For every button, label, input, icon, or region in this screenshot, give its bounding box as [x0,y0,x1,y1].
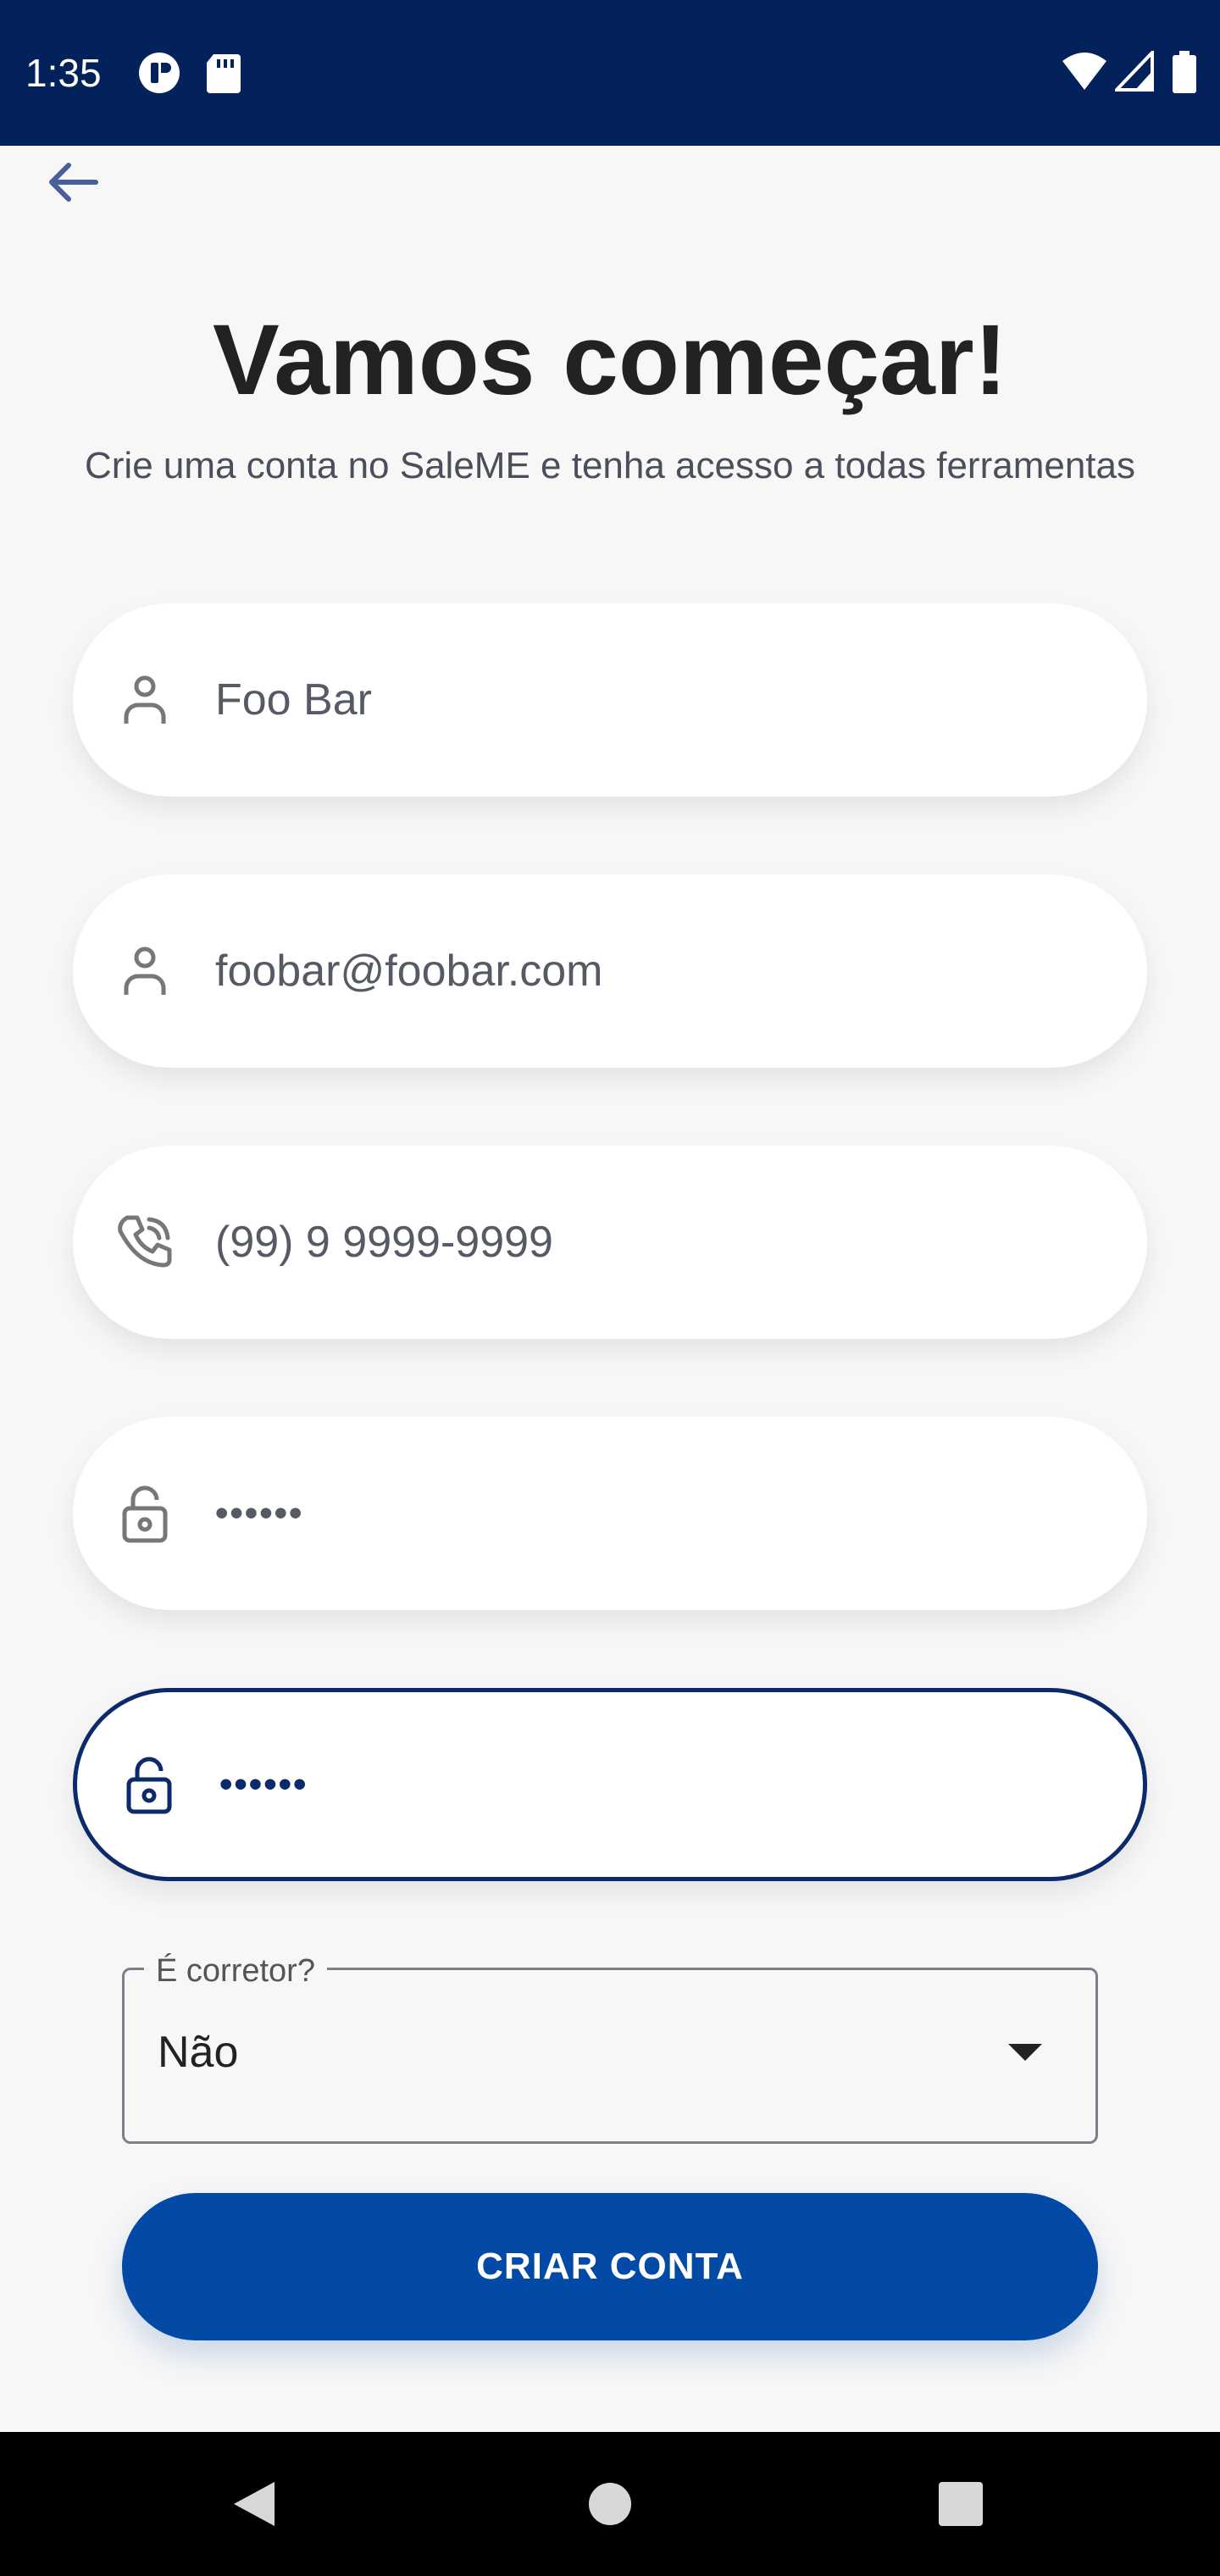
dropdown-arrow-icon[interactable] [1008,2044,1042,2061]
status-time: 1:35 [25,51,102,95]
page-title: Vamos começar! [213,304,1007,416]
phone-field[interactable]: (99) 9 9999-9999 [73,1146,1147,1339]
broker-select[interactable] [122,1968,1098,2144]
lock-icon [119,1755,179,1814]
wifi-icon [1061,51,1108,96]
battery-icon [1173,51,1196,97]
back-triangle-icon[interactable] [220,2470,288,2538]
email-value: foobar@foobar.com [215,947,603,996]
page-subtitle: Crie uma conta no SaleME e tenha acesso … [84,445,1135,486]
phone-icon [115,1213,175,1272]
broker-select-value: Não [158,2028,239,2077]
signal-icon [1112,48,1154,96]
recents-square-icon[interactable] [927,2470,995,2538]
password-field[interactable]: •••••• [73,1417,1147,1610]
arrow-left-icon [49,163,98,202]
navigation-bar [0,2432,1220,2576]
password-value: •••••• [215,1492,304,1534]
sd-card-icon [205,51,242,99]
confirm-password-field[interactable]: •••••• [73,1688,1147,1881]
create-account-button[interactable]: CRIAR CONTA [122,2193,1098,2340]
name-field[interactable]: Foo Bar [73,603,1147,797]
email-field[interactable]: foobar@foobar.com [73,874,1147,1068]
person-icon [115,941,175,1001]
confirm-password-value: •••••• [219,1763,308,1805]
back-button[interactable] [34,153,110,212]
name-value: Foo Bar [215,675,372,724]
lock-icon [115,1484,175,1543]
person-icon [115,670,175,730]
phone-value: (99) 9 9999-9999 [215,1218,553,1267]
app-notification-icon [137,51,181,99]
home-circle-icon[interactable] [576,2470,644,2538]
broker-select-label: É corretor? [144,1952,327,1990]
status-bar: 1:35 [0,0,1220,146]
